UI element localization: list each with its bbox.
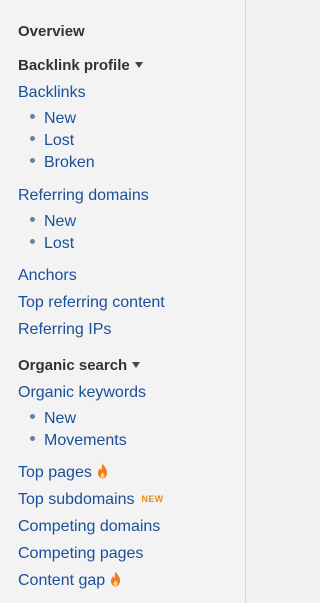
nav-top-pages[interactable]: Top pages [18, 463, 109, 483]
nav-backlinks-broken[interactable]: Broken [30, 153, 95, 173]
nav-anchors[interactable]: Anchors [18, 266, 77, 286]
nav-referring-ips-label: Referring IPs [18, 321, 112, 338]
nav-organic-keywords-label: Organic keywords [18, 384, 147, 401]
nav-top-referring-content-label: Top referring content [18, 294, 165, 311]
nav-competing-domains-label: Competing domains [18, 518, 161, 535]
bullet-icon [30, 217, 35, 223]
nav-top-subdomains-label: Top subdomains [18, 491, 135, 508]
section-organic-search[interactable]: Organic search [18, 356, 141, 376]
report-sidebar: Overview Backlink profile Backlinks New … [0, 0, 246, 603]
nav-top-subdomains[interactable]: Top subdomains NEW [18, 490, 163, 510]
nav-top-referring-content[interactable]: Top referring content [18, 293, 165, 313]
new-badge: NEW [141, 494, 164, 504]
nav-competing-pages-label: Competing pages [18, 545, 144, 562]
flame-icon [97, 463, 107, 479]
nav-backlinks-lost-label: Lost [44, 132, 75, 149]
nav-overview[interactable]: Overview [18, 22, 85, 42]
bullet-icon [30, 239, 35, 245]
bullet-icon [30, 158, 35, 164]
nav-competing-pages[interactable]: Competing pages [18, 544, 143, 564]
nav-anchors-label: Anchors [18, 267, 77, 284]
nav-backlinks-broken-label: Broken [44, 154, 95, 171]
nav-referring-ips[interactable]: Referring IPs [18, 320, 111, 340]
caret-down-icon[interactable] [132, 362, 141, 369]
nav-referring-domains[interactable]: Referring domains [18, 186, 149, 206]
section-organic-search-title: Organic search [18, 357, 128, 374]
nav-organic-keywords-new-label: New [44, 410, 77, 427]
nav-referring-domains-lost-label: Lost [44, 235, 75, 252]
bullet-icon [30, 436, 35, 442]
nav-backlinks-lost[interactable]: Lost [30, 131, 74, 151]
nav-organic-keywords-movements[interactable]: Movements [30, 431, 127, 451]
nav-content-gap-label: Content gap [18, 572, 106, 589]
nav-organic-keywords-movements-label: Movements [44, 432, 127, 449]
nav-backlinks-label: Backlinks [18, 84, 86, 101]
nav-backlinks[interactable]: Backlinks [18, 83, 86, 103]
bullet-icon [30, 136, 35, 142]
nav-content-gap[interactable]: Content gap [18, 571, 122, 591]
nav-organic-keywords[interactable]: Organic keywords [18, 383, 146, 403]
bullet-icon [30, 414, 35, 420]
nav-top-pages-label: Top pages [18, 464, 92, 481]
flame-icon [111, 571, 121, 587]
nav-referring-domains-new[interactable]: New [30, 212, 76, 232]
nav-referring-domains-label: Referring domains [18, 187, 149, 204]
nav-referring-domains-lost[interactable]: Lost [30, 234, 74, 254]
nav-organic-keywords-new[interactable]: New [30, 409, 76, 429]
nav-competing-domains[interactable]: Competing domains [18, 517, 160, 537]
nav-backlinks-new-label: New [44, 110, 77, 127]
nav-referring-domains-new-label: New [44, 213, 77, 230]
caret-down-icon[interactable] [134, 62, 143, 69]
section-backlink-profile[interactable]: Backlink profile [18, 56, 143, 76]
nav-backlinks-new[interactable]: New [30, 109, 76, 129]
section-backlink-profile-title: Backlink profile [18, 57, 130, 74]
bullet-icon [30, 114, 35, 120]
nav-overview-label: Overview [18, 23, 85, 40]
